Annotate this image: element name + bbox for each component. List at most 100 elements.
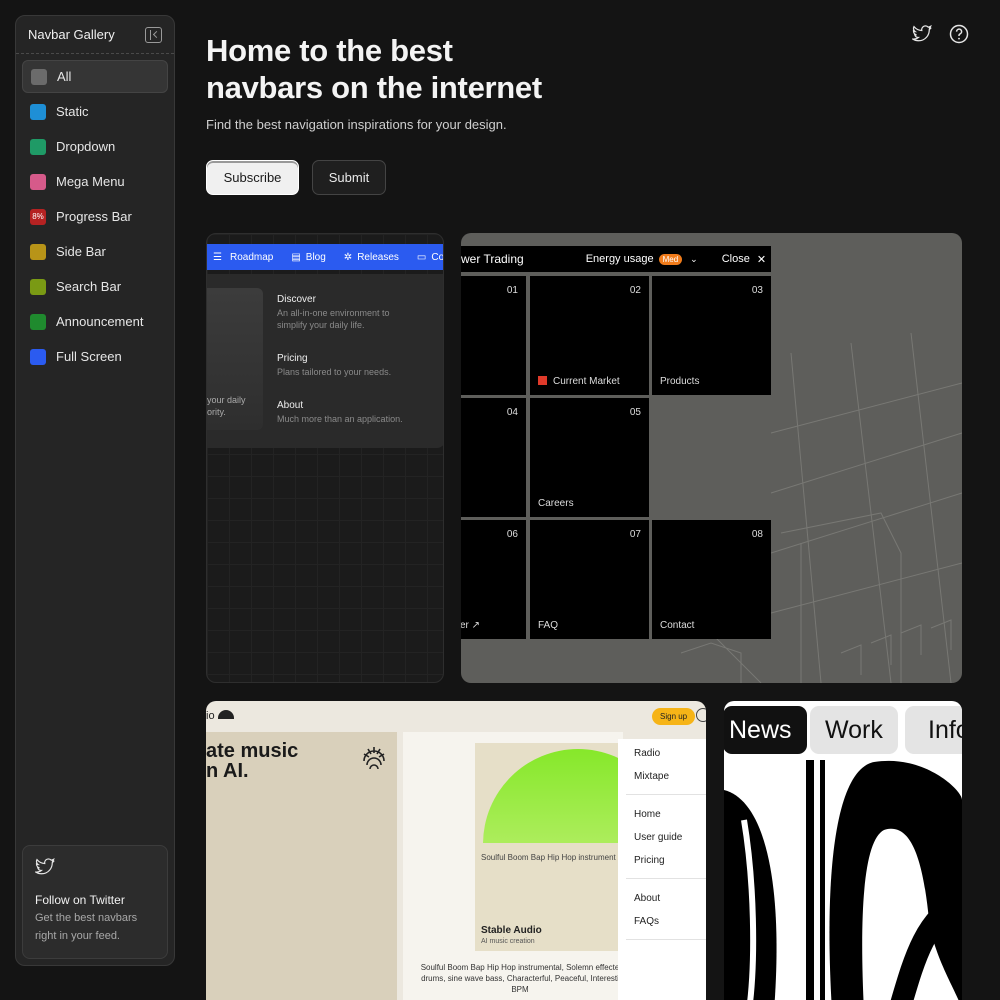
sidebar-item-dropdown[interactable]: Dropdown — [22, 130, 168, 163]
submit-button[interactable]: Submit — [312, 160, 386, 195]
collapse-sidebar-icon[interactable] — [145, 26, 162, 43]
dropdown-panel: your daily ority. Discover An all-in-one… — [207, 274, 443, 448]
dropdown-item-about[interactable]: About Much more than an application. — [277, 400, 407, 425]
nav-link-roadmap[interactable]: Roadmap — [230, 252, 273, 263]
menu-item-radio[interactable]: Radio — [618, 748, 706, 759]
tile-label: Careers — [538, 498, 574, 509]
menu-tile[interactable]: 08 Contact — [652, 520, 771, 639]
expand-icon — [30, 348, 46, 365]
page-subtitle: Find the best navigation inspirations fo… — [206, 117, 507, 132]
sidebar-item-label: Search Bar — [56, 279, 122, 294]
energy-usage-label: Energy usage — [585, 253, 654, 265]
preview-card-dropdown[interactable]: ☰ Roadmap ▤ Blog ✲ Releases ▭ Co your da… — [206, 233, 444, 683]
dropdown-item-title: Discover — [277, 294, 316, 305]
twitter-card[interactable]: Follow on Twitter Get the best navbars r… — [22, 845, 168, 959]
twitter-icon[interactable] — [912, 24, 932, 44]
tile-number: 08 — [751, 529, 763, 540]
sidebar-item-all[interactable]: All — [22, 60, 168, 93]
tile-number: 07 — [629, 529, 641, 540]
preview-card-side-menu[interactable]: io Sign up ate music n AI. Soulful Boom … — [206, 701, 706, 1000]
abstract-artwork — [724, 760, 962, 1000]
nav-link-contact[interactable]: Co — [431, 252, 443, 263]
sidebar: Navbar Gallery All Static Dropdown Mega Men… — [15, 15, 175, 966]
logo-text: io — [206, 710, 215, 722]
tile-number: 05 — [629, 407, 641, 418]
tile-label: Contact — [660, 620, 695, 631]
sidebar-item-full-screen[interactable]: Full Screen — [22, 340, 168, 373]
preview-navbar: ☰ Roadmap ▤ Blog ✲ Releases ▭ Co — [207, 244, 443, 270]
dropdown-item-title: About — [277, 400, 304, 411]
menu-tile[interactable]: 02 Current Market — [530, 276, 649, 395]
sidebar-title: Navbar Gallery — [28, 27, 115, 42]
mega-menu-icon — [30, 173, 46, 190]
search-icon — [30, 278, 46, 295]
menu-item-about[interactable]: About — [618, 893, 706, 904]
close-icon[interactable]: ✕ — [757, 253, 766, 266]
menu-tile[interactable]: 04 — [461, 398, 526, 517]
sidebar-item-mega-menu[interactable]: Mega Menu — [22, 165, 168, 198]
preview-card-full-screen[interactable]: wer Trading Energy usage Med ⌄ Close ✕ 0… — [461, 233, 962, 683]
tile-number: 01 — [506, 285, 518, 296]
menu-tile[interactable]: 06 er ↗ — [461, 520, 526, 639]
sidebar-item-label: Full Screen — [56, 349, 122, 364]
sidebar-item-progress-bar[interactable]: 8% Progress Bar — [22, 200, 168, 233]
user-icon[interactable] — [696, 708, 706, 722]
page-title: Home to the best navbars on the internet — [206, 33, 542, 105]
chevron-down-icon[interactable]: ⌄ — [690, 254, 698, 265]
nav-link-releases[interactable]: Releases — [357, 252, 399, 263]
menu-divider — [626, 939, 706, 940]
sidebar-item-announcement[interactable]: Announcement — [22, 305, 168, 338]
nav-link-blog[interactable]: Blog — [306, 252, 326, 263]
hero-headline: ate music n AI. — [206, 741, 298, 781]
album-title: Stable Audio — [481, 925, 542, 936]
twitter-card-title: Follow on Twitter — [35, 893, 125, 907]
tile-label: er ↗ — [461, 620, 480, 631]
menu-item-user-guide[interactable]: User guide — [618, 832, 706, 843]
help-icon[interactable] — [949, 24, 969, 44]
home-icon — [31, 68, 47, 85]
menu-divider — [626, 878, 706, 879]
nav-pill-news[interactable]: News — [724, 706, 807, 754]
menu-divider — [626, 794, 706, 795]
menu-item-home[interactable]: Home — [618, 809, 706, 820]
menu-item-faqs[interactable]: FAQs — [618, 916, 706, 927]
sun-logo-icon — [363, 747, 385, 770]
tile-label: Current Market — [553, 376, 620, 387]
sidebar-header: Navbar Gallery — [16, 16, 174, 54]
close-button[interactable]: Close — [722, 253, 750, 265]
energy-badge: Med — [658, 253, 683, 265]
preview-card-pill-nav[interactable]: News Work Info — [724, 701, 962, 1000]
sidebar-item-label: Mega Menu — [56, 174, 125, 189]
menu-item-pricing[interactable]: Pricing — [618, 855, 706, 866]
sign-up-button[interactable]: Sign up — [652, 708, 696, 725]
twitter-icon — [33, 857, 55, 875]
sidebar-item-static[interactable]: Static — [22, 95, 168, 128]
dropdown-item-pricing[interactable]: Pricing Plans tailored to your needs. — [277, 353, 407, 378]
static-icon — [30, 103, 46, 120]
progress-icon: 8% — [30, 208, 46, 225]
nav-pill-work[interactable]: Work — [810, 706, 898, 754]
album-caption: Soulful Boom Bap Hip Hop instrument — [481, 853, 616, 862]
menu-tile[interactable]: 01n — [461, 276, 526, 395]
album-card[interactable]: Soulful Boom Bap Hip Hop instrument Stab… — [475, 743, 673, 951]
tile-label: FAQ — [538, 620, 559, 631]
nav-pill-info[interactable]: Info — [905, 706, 962, 754]
menu-tile[interactable]: 05 Careers — [530, 398, 649, 517]
tile-number: 04 — [506, 407, 518, 418]
sidebar-item-side-bar[interactable]: Side Bar — [22, 235, 168, 268]
sidebar-list: All Static Dropdown Mega Menu 8% Progress Bar… — [16, 54, 174, 381]
menu-tile[interactable]: 07 FAQ — [530, 520, 649, 639]
red-square-icon — [538, 376, 547, 385]
dropdown-item-title: Pricing — [277, 353, 308, 364]
subscribe-button[interactable]: Subscribe — [206, 160, 299, 195]
page: Navbar Gallery All Static Dropdown Mega Men… — [0, 0, 1000, 1000]
dropdown-item-discover[interactable]: Discover An all-in-one environment to si… — [277, 294, 407, 331]
menu-tile[interactable]: 03 Products — [652, 276, 771, 395]
album-subtitle: AI music creation — [481, 938, 535, 945]
sidebar-item-search-bar[interactable]: Search Bar — [22, 270, 168, 303]
menu-item-mixtape[interactable]: Mixtape — [618, 771, 706, 782]
tile-number: 03 — [751, 285, 763, 296]
preview-navbar: wer Trading Energy usage Med ⌄ Close ✕ — [461, 246, 771, 272]
dropdown-item-desc: Plans tailored to your needs. — [277, 367, 392, 377]
side-bar-icon — [30, 243, 46, 260]
